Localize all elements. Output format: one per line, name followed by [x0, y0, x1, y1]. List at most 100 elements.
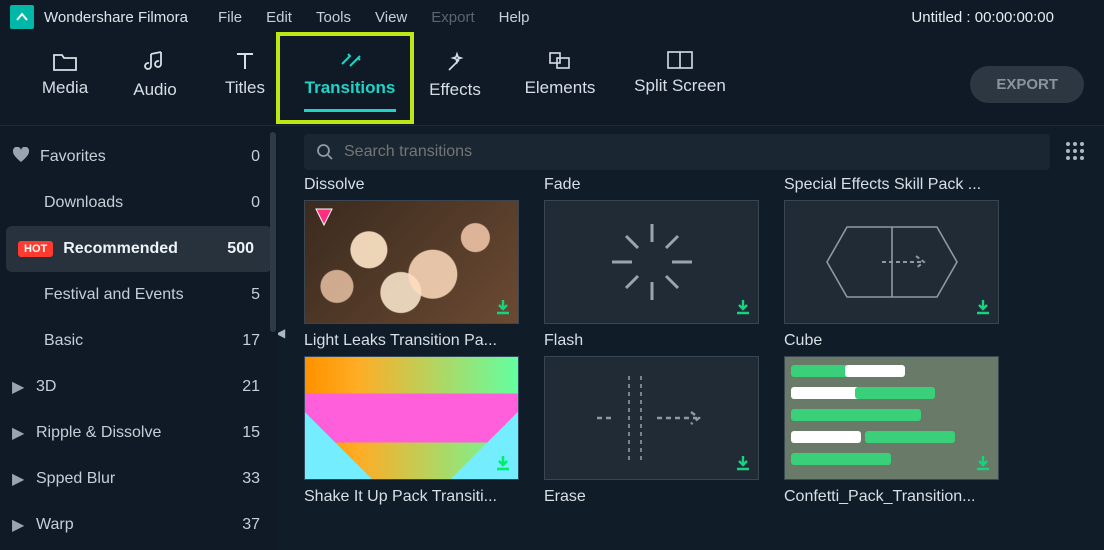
wand-icon — [443, 50, 467, 74]
sidebar-item-warp[interactable]: ▶ Warp 37 — [0, 502, 278, 548]
tab-elements[interactable]: Elements — [500, 44, 620, 98]
sidebar-item-ripple[interactable]: ▶ Ripple & Dissolve 15 — [0, 410, 278, 456]
sidebar-item-label: Basic — [44, 332, 83, 350]
decorative — [855, 387, 935, 399]
sidebar-item-label: 3D — [36, 378, 56, 396]
decorative — [791, 431, 861, 443]
split-icon — [666, 50, 694, 70]
thumbnail — [784, 356, 999, 480]
decorative — [791, 453, 891, 465]
tab-split-label: Split Screen — [634, 76, 726, 96]
sidebar-item-downloads[interactable]: Downloads 0 — [0, 180, 278, 226]
folder-icon — [52, 50, 78, 72]
sidebar-item-label: Festival and Events — [44, 286, 184, 304]
transition-item-erase[interactable]: Erase — [544, 356, 784, 506]
sidebar-item-label: Ripple & Dissolve — [36, 424, 161, 442]
download-icon[interactable] — [974, 298, 992, 319]
flash-graphic — [592, 212, 712, 312]
sidebar-item-count: 15 — [242, 424, 260, 442]
sidebar-item-count: 33 — [242, 470, 260, 488]
thumbnail — [544, 200, 759, 324]
sidebar-item-count: 5 — [251, 286, 260, 304]
sidebar-item-favorites[interactable]: Favorites 0 — [0, 134, 278, 180]
sidebar-item-count: 17 — [242, 332, 260, 350]
sidebar-item-count: 37 — [242, 516, 260, 534]
chevron-right-icon: ▶ — [12, 423, 26, 443]
menu-help[interactable]: Help — [499, 9, 530, 26]
download-icon[interactable] — [734, 298, 752, 319]
transition-caption: Erase — [544, 488, 759, 506]
collapse-sidebar-handle[interactable]: ◀ — [278, 326, 285, 340]
grid-view-button[interactable] — [1060, 141, 1090, 164]
transition-label: Fade — [544, 176, 784, 194]
transition-label: Special Effects Skill Pack ... — [784, 176, 1024, 194]
thumbnail — [304, 200, 519, 324]
sidebar-item-count: 0 — [251, 148, 260, 166]
thumbnail — [304, 356, 519, 480]
download-icon[interactable] — [974, 454, 992, 475]
tab-split-screen[interactable]: Split Screen — [620, 44, 740, 96]
search-input[interactable] — [344, 143, 1038, 161]
tab-media[interactable]: Media — [20, 44, 110, 98]
sidebar-item-label: Recommended — [63, 240, 178, 258]
label-row: Dissolve Fade Special Effects Skill Pack… — [304, 176, 1090, 194]
chevron-right-icon: ▶ — [12, 515, 26, 535]
search-box[interactable] — [304, 134, 1050, 170]
tab-audio[interactable]: Audio — [110, 44, 200, 100]
main-area: Favorites 0 Downloads 0 HOT Recommended … — [0, 126, 1104, 550]
menu-file[interactable]: File — [218, 9, 242, 26]
tab-titles[interactable]: Titles — [200, 44, 290, 98]
toolbar: Media Audio Titles Transitions Effects E… — [0, 34, 1104, 126]
sidebar-item-count: 21 — [242, 378, 260, 396]
content-panel: ◀ Dissolve Fade Special Effects Skill Pa… — [278, 126, 1104, 550]
project-title: Untitled : 00:00:00:00 — [911, 9, 1094, 26]
transition-item-cube[interactable]: Cube — [784, 200, 1024, 350]
tab-transitions-label: Transitions — [305, 78, 396, 98]
transition-item-light-leaks[interactable]: Light Leaks Transition Pa... — [304, 200, 544, 350]
sidebar-item-count: 0 — [251, 194, 260, 212]
download-icon[interactable] — [494, 298, 512, 319]
download-icon[interactable] — [734, 454, 752, 475]
tab-elements-label: Elements — [525, 78, 596, 98]
transition-caption: Cube — [784, 332, 999, 350]
menu-edit[interactable]: Edit — [266, 9, 292, 26]
erase-graphic — [567, 368, 737, 468]
thumbnail — [544, 356, 759, 480]
decorative — [865, 431, 955, 443]
tab-effects-label: Effects — [429, 80, 481, 100]
text-icon — [234, 50, 256, 72]
sidebar-item-speed-blur[interactable]: ▶ Spped Blur 33 — [0, 456, 278, 502]
sidebar-item-3d[interactable]: ▶ 3D 21 — [0, 364, 278, 410]
search-row — [304, 134, 1090, 170]
menu-view[interactable]: View — [375, 9, 407, 26]
sidebar-scrollbar[interactable] — [270, 132, 276, 332]
sidebar: Favorites 0 Downloads 0 HOT Recommended … — [0, 126, 278, 550]
transition-item-flash[interactable]: Flash — [544, 200, 784, 350]
transition-caption: Shake It Up Pack Transiti... — [304, 488, 519, 506]
transition-item-shake[interactable]: Shake It Up Pack Transiti... — [304, 356, 544, 506]
music-icon — [142, 50, 168, 74]
decorative — [845, 365, 905, 377]
sidebar-item-label: Warp — [36, 516, 74, 534]
thumbnail — [784, 200, 999, 324]
hot-badge: HOT — [18, 241, 53, 257]
tab-titles-label: Titles — [225, 78, 265, 98]
sidebar-item-festival[interactable]: Festival and Events 5 — [0, 272, 278, 318]
transition-label: Dissolve — [304, 176, 544, 194]
grid-icon — [1065, 141, 1085, 161]
tab-transitions[interactable]: Transitions — [290, 44, 410, 98]
transition-caption: Light Leaks Transition Pa... — [304, 332, 519, 350]
transition-caption: Confetti_Pack_Transition... — [784, 488, 999, 506]
sidebar-item-label: Downloads — [44, 194, 123, 212]
menu-tools[interactable]: Tools — [316, 9, 351, 26]
sidebar-item-count: 500 — [227, 240, 254, 258]
cube-graphic — [812, 207, 972, 317]
transition-item-confetti[interactable]: Confetti_Pack_Transition... — [784, 356, 1024, 506]
export-button[interactable]: EXPORT — [970, 66, 1084, 103]
transition-caption: Flash — [544, 332, 759, 350]
tab-effects[interactable]: Effects — [410, 44, 500, 100]
download-icon[interactable] — [494, 454, 512, 475]
chevron-right-icon: ▶ — [12, 377, 26, 397]
sidebar-item-recommended[interactable]: HOT Recommended 500 — [6, 226, 272, 272]
sidebar-item-basic[interactable]: Basic 17 — [0, 318, 278, 364]
